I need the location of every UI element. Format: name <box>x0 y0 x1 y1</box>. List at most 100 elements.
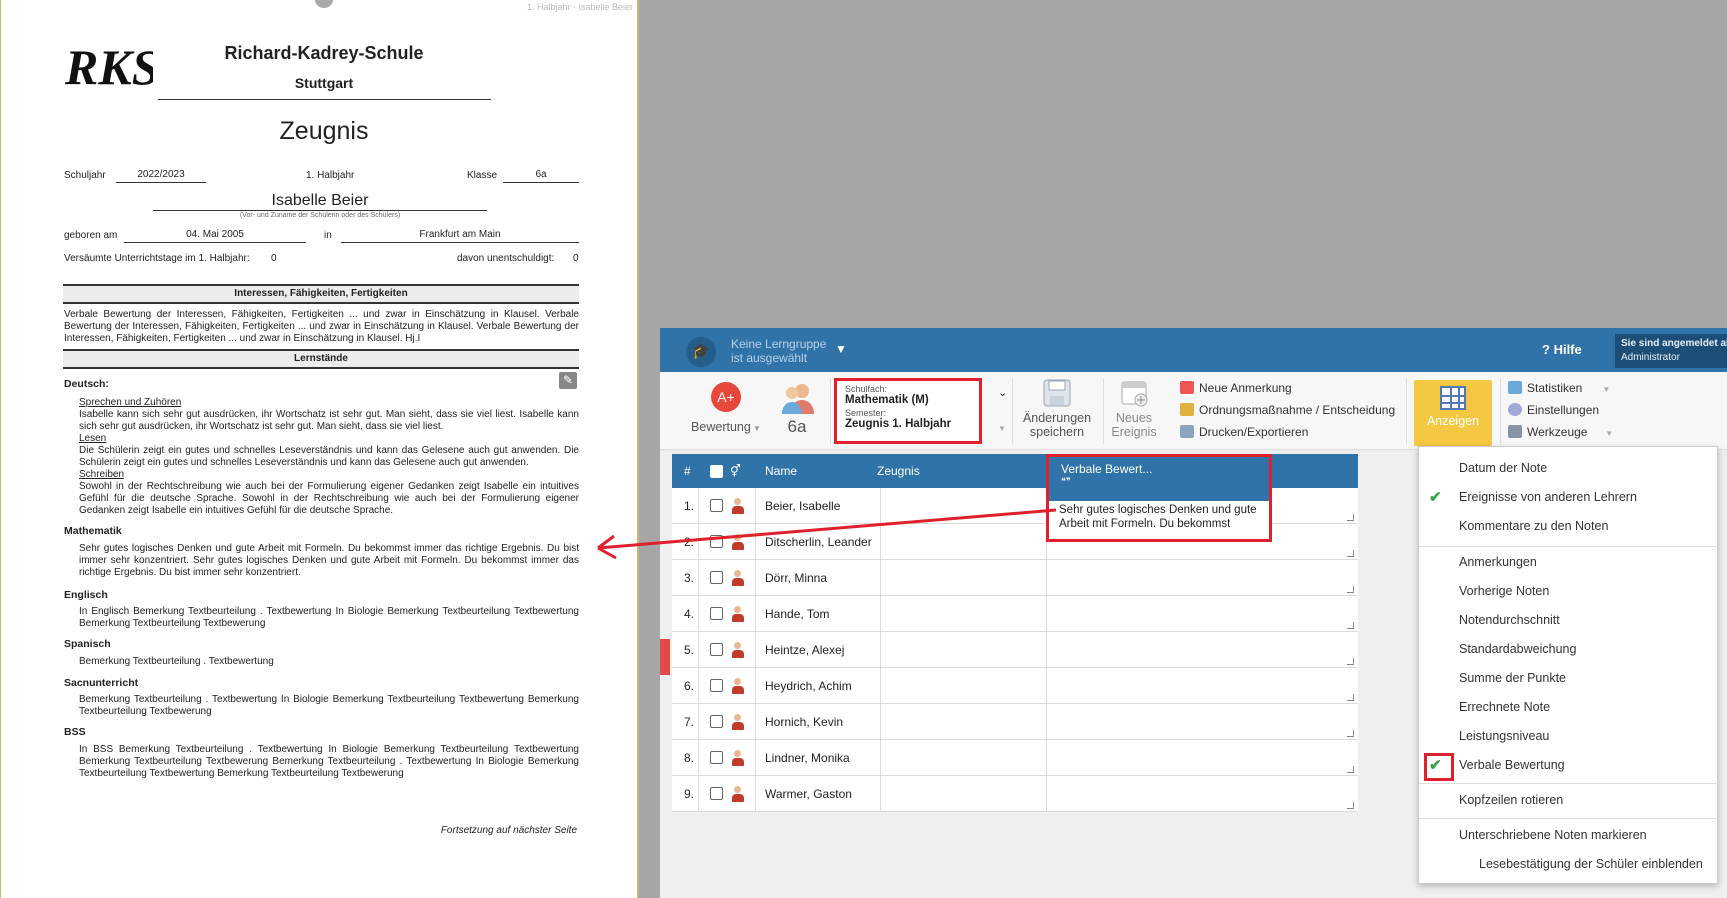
tools-link[interactable]: Werkzeuge ▼ <box>1508 425 1613 439</box>
resize-handle-icon[interactable] <box>1347 766 1354 773</box>
verbal-cell[interactable] <box>1046 560 1358 596</box>
row-checkbox[interactable] <box>710 643 723 656</box>
table-row[interactable]: 7. Hornich, Kevin <box>672 704 1358 740</box>
menu-item[interactable]: Errechnete Note <box>1459 700 1550 714</box>
resize-handle-icon[interactable] <box>1347 730 1354 737</box>
row-checkbox[interactable] <box>710 571 723 584</box>
resize-handle-icon[interactable] <box>1347 622 1354 629</box>
student-name-cell[interactable]: Warmer, Gaston <box>765 776 852 812</box>
menu-item[interactable]: Ereignisse von anderen Lehrern <box>1459 490 1637 504</box>
menu-item[interactable]: Notendurchschnitt <box>1459 613 1560 627</box>
print-link[interactable]: Drucken/Exportieren <box>1180 425 1308 439</box>
table-row[interactable]: 8. Lindner, Monika <box>672 740 1358 776</box>
born-label: geboren am <box>64 230 118 241</box>
menu-item[interactable]: Lesebestätigung der Schüler einblenden <box>1479 857 1703 871</box>
ribbon-toolbar: A+ Bewertung ▼ 6a Schulfach: Mathematik … <box>660 372 1727 450</box>
printer-icon <box>1180 425 1194 438</box>
row-checkbox[interactable] <box>710 787 723 800</box>
student-name-cell[interactable]: Heydrich, Achim <box>765 668 852 704</box>
verbal-cell[interactable] <box>1046 596 1358 632</box>
menu-item[interactable]: Datum der Note <box>1459 461 1547 475</box>
resize-handle-icon[interactable] <box>1347 550 1354 557</box>
grid-settings-icon <box>1440 386 1466 410</box>
resize-handle-icon[interactable] <box>1347 658 1354 665</box>
anzeigen-button[interactable]: Anzeigen <box>1414 380 1492 446</box>
group-selector[interactable]: Keine Lerngruppe ist ausgewählt <box>731 337 826 365</box>
table-row[interactable]: 3. Dörr, Minna <box>672 560 1358 596</box>
menu-item[interactable]: Anmerkungen <box>1459 555 1537 569</box>
anzeigen-label: Anzeigen <box>1426 414 1480 428</box>
student-icon <box>732 786 744 802</box>
verbal-cell[interactable] <box>1046 740 1358 776</box>
table-row[interactable]: 4. Hande, Tom <box>672 596 1358 632</box>
menu-item[interactable]: Verbale Bewertung <box>1459 758 1565 772</box>
table-row[interactable]: 9. Warmer, Gaston <box>672 776 1358 812</box>
school-name: Richard-Kadrey-Schule <box>224 43 424 63</box>
resize-handle-icon[interactable] <box>1347 586 1354 593</box>
row-checkbox[interactable] <box>710 751 723 764</box>
statistics-label: Statistiken <box>1527 381 1583 395</box>
verbal-cell[interactable] <box>1046 668 1358 704</box>
englisch-text: In Englisch Bemerkung Textbeurteilung . … <box>79 606 579 629</box>
row-checkbox[interactable] <box>710 715 723 728</box>
menu-item[interactable]: Standardabweichung <box>1459 642 1576 656</box>
schulfach-chevron-icon[interactable]: ⌄ <box>998 386 1007 399</box>
page-handle[interactable] <box>315 0 333 8</box>
semester-label: Semester: <box>845 408 887 418</box>
verbal-textarea[interactable]: Sehr gutes logisches Denken und gute Arb… <box>1049 501 1269 539</box>
save-line2: speichern <box>1029 425 1085 439</box>
new-note-link[interactable]: Neue Anmerkung <box>1180 381 1292 395</box>
settings-link[interactable]: Einstellungen <box>1508 403 1599 417</box>
measure-link[interactable]: Ordnungsmaßnahme / Entscheidung <box>1180 403 1395 417</box>
quote-icon: ❝❞ <box>1061 476 1071 486</box>
semester-chevron-icon[interactable]: ▼ <box>998 424 1006 433</box>
verbal-cell[interactable] <box>1046 704 1358 740</box>
row-checkbox[interactable] <box>710 607 723 620</box>
row-checkbox[interactable] <box>710 499 723 512</box>
resize-handle-icon[interactable] <box>1347 802 1354 809</box>
row-checkbox[interactable] <box>710 679 723 692</box>
verbal-column-highlight: Verbale Bewert... ❝❞ Sehr gutes logische… <box>1046 454 1272 542</box>
subject-semester-selector[interactable]: Schulfach: Mathematik (M) Semester: Zeug… <box>834 378 982 444</box>
edit-icon[interactable]: ✎ <box>559 372 577 389</box>
help-icon: ? <box>1542 342 1554 357</box>
student-name-cell[interactable]: Hande, Tom <box>765 596 829 632</box>
student-name-cell[interactable]: Heintze, Alexej <box>765 632 844 668</box>
help-button[interactable]: ? Hilfe <box>1542 342 1582 357</box>
student-name-cell[interactable]: Dörr, Minna <box>765 560 827 596</box>
class-button[interactable]: 6a <box>774 380 820 437</box>
resize-handle-icon[interactable] <box>1347 514 1354 521</box>
menu-item[interactable]: Summe der Punkte <box>1459 671 1566 685</box>
table-row[interactable]: 5. Heintze, Alexej <box>672 632 1358 668</box>
subject-bss: BSS <box>64 726 86 738</box>
bss-text: In BSS Bemerkung Textbeurteilung . Textb… <box>79 744 579 779</box>
row-number: 6. <box>684 679 695 693</box>
user-info[interactable]: Sie sind angemeldet als Administrator <box>1615 334 1727 368</box>
new-event-button[interactable]: Neues Ereignis <box>1106 378 1162 439</box>
menu-item[interactable]: Unterschriebene Noten markieren <box>1459 828 1647 842</box>
student-name-cell[interactable]: Beier, Isabelle <box>765 488 840 524</box>
row-number: 4. <box>684 607 695 621</box>
graduation-cap-icon[interactable]: 🎓 <box>686 337 716 367</box>
col-verbal-header[interactable]: Verbale Bewert... ❝❞ <box>1049 457 1269 501</box>
verbal-cell[interactable] <box>1046 632 1358 668</box>
menu-item[interactable]: Leistungsniveau <box>1459 729 1549 743</box>
resize-handle-icon[interactable] <box>1347 694 1354 701</box>
menu-item[interactable]: Vorherige Noten <box>1459 584 1549 598</box>
student-name-cell[interactable]: Lindner, Monika <box>765 740 850 776</box>
save-changes-button[interactable]: Änderungen speichern <box>1017 378 1097 439</box>
calendar-add-icon <box>1121 381 1148 407</box>
chevron-down-icon[interactable]: ▼ <box>835 342 847 356</box>
row-checkbox[interactable] <box>710 535 723 548</box>
verbal-cell[interactable] <box>1046 776 1358 812</box>
class-label: 6a <box>787 417 807 436</box>
statistics-link[interactable]: Statistiken ▼ <box>1508 381 1610 395</box>
menu-item[interactable]: Kopfzeilen rotieren <box>1459 793 1563 807</box>
student-name-cell[interactable]: Ditscherlin, Leander <box>765 524 872 560</box>
student-name: Isabelle Beier <box>271 192 369 209</box>
select-all-checkbox[interactable] <box>710 465 723 478</box>
menu-item[interactable]: Kommentare zu den Noten <box>1459 519 1608 533</box>
student-name-cell[interactable]: Hornich, Kevin <box>765 704 843 740</box>
table-row[interactable]: 6. Heydrich, Achim <box>672 668 1358 704</box>
bewertung-button[interactable]: A+ Bewertung ▼ <box>690 382 762 434</box>
